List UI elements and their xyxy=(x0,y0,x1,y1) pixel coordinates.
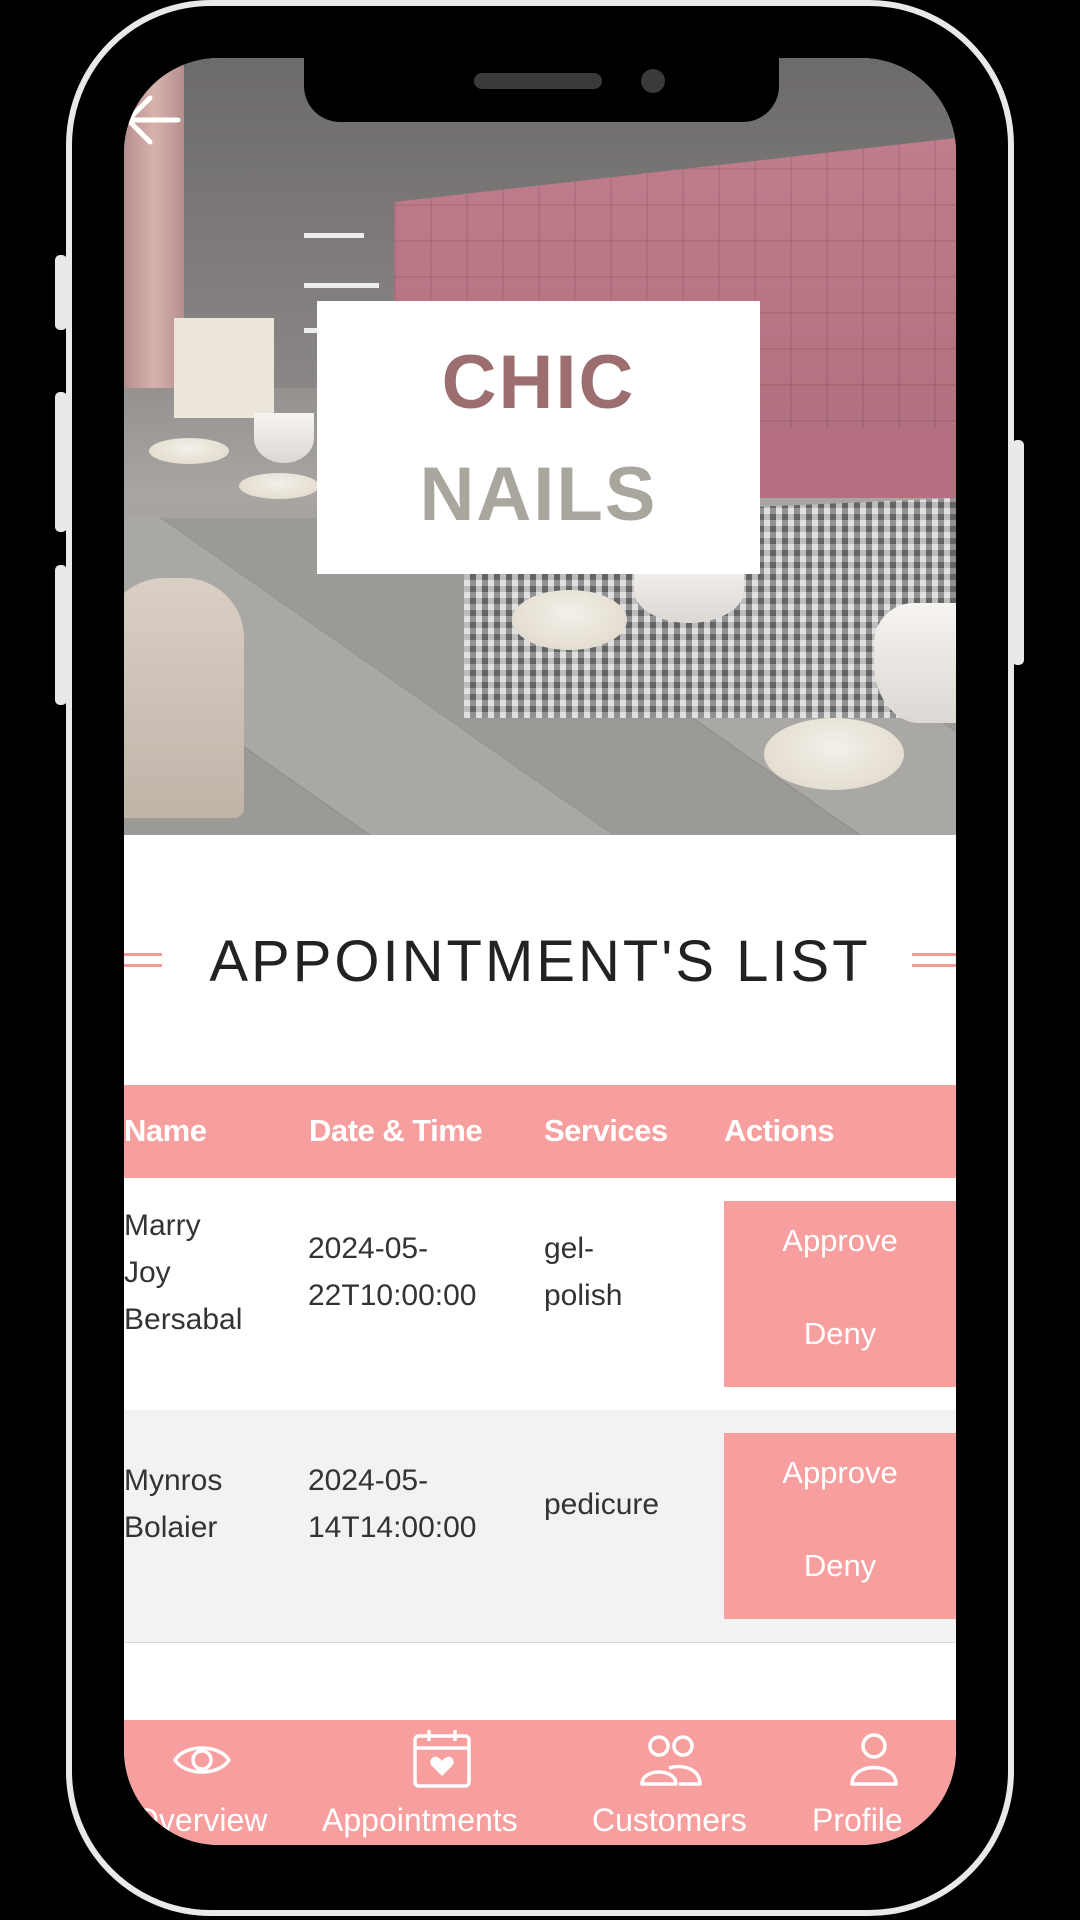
table-header: Name Date & Time Services Actions xyxy=(124,1085,956,1178)
salon-hero-image: CHIC NAILS xyxy=(124,58,956,835)
brand-logo: CHIC NAILS xyxy=(317,301,760,574)
phone-notch xyxy=(304,58,779,122)
phone-side-button xyxy=(1012,440,1024,665)
calendar-heart-icon xyxy=(411,1728,473,1795)
cell-datetime-line: 22T10:00:00 xyxy=(308,1279,477,1312)
nav-label: Appointments xyxy=(322,1802,518,1838)
actions-cell: Approve Deny xyxy=(724,1433,956,1619)
cell-name-line: Bersabal xyxy=(124,1303,243,1336)
cell-name-line: Marry xyxy=(124,1209,201,1242)
phone-side-button xyxy=(55,255,67,330)
actions-cell: Approve Deny xyxy=(724,1201,956,1387)
nav-item-appointments[interactable]: Appointments xyxy=(322,1720,554,1845)
table-row: Marry Joy Bersabal 2024-05- 22T10:00:00 … xyxy=(124,1178,956,1410)
cell-service-line: pedicure xyxy=(544,1488,660,1521)
phone-side-button xyxy=(55,565,67,705)
eye-icon xyxy=(172,1730,232,1795)
cell-name: Marry Joy Bersabal xyxy=(124,1202,242,1343)
cell-name-line: Bolaier xyxy=(124,1511,218,1544)
cell-name: Mynros Bolaier xyxy=(124,1457,222,1551)
cell-datetime-line: 14T14:00:00 xyxy=(308,1511,477,1544)
nav-item-profile[interactable]: Profile xyxy=(812,1720,956,1845)
speaker-grille xyxy=(474,73,602,89)
app-screen: CHIC NAILS APPOINTMENT'S LIST Name Date … xyxy=(124,58,956,1845)
logo-text-chic: CHIC xyxy=(441,340,636,425)
front-camera xyxy=(641,69,665,93)
cell-name-line: Mynros xyxy=(124,1464,223,1497)
cell-datetime: 2024-05- 14T14:00:00 xyxy=(308,1457,476,1551)
back-arrow-icon[interactable] xyxy=(124,90,182,150)
column-header-actions: Actions xyxy=(724,1113,835,1148)
cell-service-line: gel- xyxy=(544,1232,595,1265)
column-header-date-time: Date & Time xyxy=(309,1113,483,1148)
cell-service: pedicure xyxy=(544,1481,659,1528)
deny-button[interactable]: Deny xyxy=(724,1548,956,1584)
users-icon xyxy=(639,1734,703,1795)
nav-label: Overview xyxy=(134,1802,268,1838)
nav-label: Profile xyxy=(812,1802,903,1838)
nav-item-customers[interactable]: Customers xyxy=(592,1720,784,1845)
logo-text-nails: NAILS xyxy=(419,452,658,537)
cell-datetime-line: 2024-05- xyxy=(308,1232,429,1265)
approve-button[interactable]: Approve xyxy=(724,1455,956,1491)
deny-button[interactable]: Deny xyxy=(724,1316,956,1352)
nav-item-overview[interactable]: Overview xyxy=(124,1720,314,1845)
bottom-nav: Overview Appointments Customers Profile xyxy=(124,1720,956,1845)
cell-datetime-line: 2024-05- xyxy=(308,1464,429,1497)
cell-name-line: Joy xyxy=(124,1256,171,1289)
phone-side-button xyxy=(55,392,67,532)
cell-datetime: 2024-05- 22T10:00:00 xyxy=(308,1225,476,1319)
approve-button[interactable]: Approve xyxy=(724,1223,956,1259)
title-decoration-right xyxy=(912,953,956,971)
table-row: Mynros Bolaier 2024-05- 14T14:00:00 pedi… xyxy=(124,1410,956,1643)
cell-service: gel- polish xyxy=(544,1225,622,1319)
nav-label: Customers xyxy=(592,1802,747,1838)
column-header-services: Services xyxy=(544,1113,668,1148)
column-header-name: Name xyxy=(124,1113,207,1148)
cell-service-line: polish xyxy=(544,1279,623,1312)
user-icon xyxy=(849,1732,899,1793)
page-title: APPOINTMENT'S LIST xyxy=(209,929,871,994)
